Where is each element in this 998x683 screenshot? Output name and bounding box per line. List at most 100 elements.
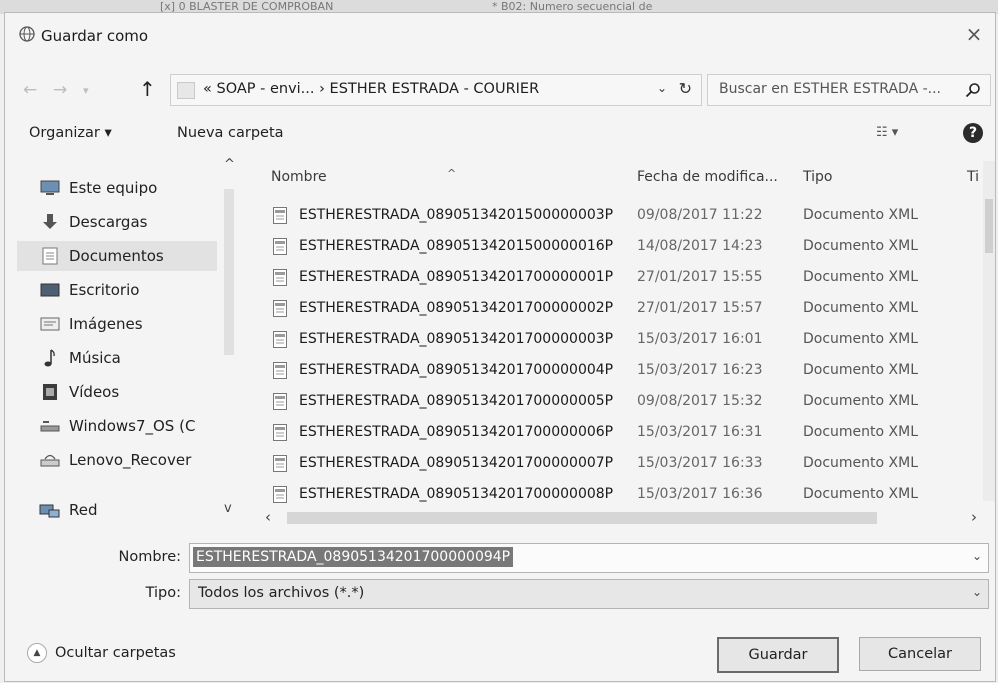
xml-file-icon [273,269,287,286]
filename-label: Nombre: [118,549,182,565]
xml-file-icon [273,424,287,441]
file-row[interactable]: ESTHERESTRADA_08905134201700000008P 15/03… [267,482,947,508]
file-date: 14/08/2017 14:23 [637,238,763,254]
file-name: ESTHERESTRADA_08905134201700000006P [299,424,614,440]
sidebar-item-label: Windows7_OS (C [69,417,196,435]
file-row[interactable]: ESTHERESTRADA_08905134201500000016P 14/08… [267,234,947,260]
column-header-type[interactable]: Tipo [803,169,832,185]
back-arrow-icon[interactable]: ← [23,80,37,100]
drive-icon [39,415,61,437]
file-row[interactable]: ESTHERESTRADA_08905134201700000001P 27/01… [267,265,947,291]
scroll-down-arrow-icon[interactable]: v [224,501,232,516]
hide-folders-label: Ocultar carpetas [55,645,176,661]
breadcrumb-item-current[interactable]: ESTHER ESTRADA - COURIER [330,81,540,97]
collapse-up-icon: ▲ [27,643,47,663]
sidebar-item-documentos[interactable]: Documentos [17,241,217,271]
file-name: ESTHERESTRADA_08905134201500000003P [299,207,614,223]
file-list-horizontal-scrollbar[interactable]: ‹ › [259,507,991,529]
filename-field[interactable]: ESTHERESTRADA_08905134201700000094P ⌄ [189,543,989,573]
sidebar-item-windows7-os[interactable]: Windows7_OS (C [17,411,217,441]
computer-icon [39,177,61,199]
file-row[interactable]: ESTHERESTRADA_08905134201700000005P 09/08… [267,389,947,415]
scroll-left-arrow-icon[interactable]: ‹ [265,508,271,526]
sidebar-item-label: Descargas [69,213,148,231]
file-list-vertical-scrollbar[interactable] [983,161,995,501]
file-date: 15/03/2017 16:36 [637,486,763,502]
sidebar-item-red[interactable]: Red [17,495,217,525]
help-icon[interactable]: ? [963,123,983,143]
file-date: 15/03/2017 16:01 [637,331,763,347]
filename-input[interactable]: ESTHERESTRADA_08905134201700000094P [193,547,514,567]
sidebar-item-label: Vídeos [69,383,120,401]
filetype-select[interactable]: Todos los archivos (*.*) ⌄ [189,579,989,609]
sidebar-item-escritorio[interactable]: Escritorio [17,275,217,305]
sidebar-item-videos[interactable]: Vídeos [17,377,217,407]
scrollbar-thumb[interactable] [287,512,877,524]
file-row[interactable]: ESTHERESTRADA_08905134201700000004P 15/03… [267,358,947,384]
organize-label: Organizar [29,125,100,141]
pictures-icon [39,313,61,335]
file-type: Documento XML [803,486,919,502]
breadcrumb-item-soap[interactable]: SOAP - envi... [216,81,314,97]
column-header-date[interactable]: Fecha de modifica... [637,169,778,185]
file-type: Documento XML [803,362,919,378]
cancel-button[interactable]: Cancelar [859,637,981,671]
view-options-button[interactable]: ☷ ▾ [876,125,898,140]
column-header-size[interactable]: Ti [967,169,979,185]
file-type: Documento XML [803,238,919,254]
recovery-drive-icon [39,449,61,471]
sidebar-item-este-equipo[interactable]: Este equipo [17,173,217,203]
hide-folders-button[interactable]: ▲ Ocultar carpetas [27,643,176,663]
sidebar-item-musica[interactable]: Música [17,343,217,373]
breadcrumb: « SOAP - envi... › ESTHER ESTRADA - COUR… [203,81,539,97]
navigation-scrollbar[interactable]: ^ v [221,157,237,529]
scroll-right-arrow-icon[interactable]: › [971,508,977,526]
documents-icon [39,245,61,267]
up-folder-button[interactable]: ↑ [139,77,156,101]
filetype-label: Tipo: [145,585,181,601]
sidebar-item-label: Lenovo_Recover [69,451,192,469]
filename-dropdown-icon[interactable]: ⌄ [972,549,982,563]
sidebar-item-descargas[interactable]: Descargas [17,207,217,237]
sort-ascending-icon: ^ [447,167,457,180]
column-header-name[interactable]: Nombre ^ [271,167,456,185]
sidebar-item-lenovo-recovery[interactable]: Lenovo_Recover [17,445,217,475]
scrollbar-thumb[interactable] [985,199,993,253]
file-row[interactable]: ESTHERESTRADA_08905134201700000002P 27/01… [267,296,947,322]
save-form: Nombre: ESTHERESTRADA_089051342017000000… [5,543,995,623]
scroll-up-arrow-icon[interactable]: ^ [224,157,235,172]
file-row[interactable]: ESTHERESTRADA_08905134201500000003P 09/08… [267,203,947,229]
file-name: ESTHERESTRADA_08905134201700000003P [299,331,614,347]
xml-file-icon [273,300,287,317]
file-row[interactable]: ESTHERESTRADA_08905134201700000007P 15/03… [267,451,947,477]
address-bar[interactable]: « SOAP - envi... › ESTHER ESTRADA - COUR… [170,74,702,106]
xml-file-icon [273,362,287,379]
filetype-dropdown-icon[interactable]: ⌄ [972,585,982,599]
forward-arrow-icon[interactable]: → [53,80,67,100]
address-dropdown-icon[interactable]: ⌄ [657,81,667,95]
file-row[interactable]: ESTHERESTRADA_08905134201700000003P 15/03… [267,327,947,353]
close-button[interactable]: × [961,21,987,47]
sidebar-item-label: Documentos [69,247,164,265]
recent-locations-icon[interactable]: ▾ [83,84,89,97]
file-name: ESTHERESTRADA_08905134201700000004P [299,362,614,378]
file-type: Documento XML [803,300,919,316]
dialog-footer: ▲ Ocultar carpetas Guardar Cancelar [5,631,995,681]
organize-button[interactable]: Organizar ▾ [29,125,112,141]
sidebar-item-label: Música [69,349,121,367]
title-bar: Guardar como × [5,13,995,53]
search-box[interactable]: Buscar en ESTHER ESTRADA -... [707,74,991,106]
sidebar-item-imagenes[interactable]: Imágenes [17,309,217,339]
save-button[interactable]: Guardar [717,637,839,673]
search-icon[interactable] [965,82,981,98]
file-row[interactable]: ESTHERESTRADA_08905134201700000006P 15/03… [267,420,947,446]
scrollbar-thumb[interactable] [224,189,234,355]
search-input[interactable]: Buscar en ESTHER ESTRADA -... [719,81,941,97]
refresh-button[interactable]: ↻ [679,79,692,98]
file-date: 15/03/2017 16:33 [637,455,763,471]
breadcrumb-overflow[interactable]: « [203,81,212,97]
file-date: 27/01/2017 15:55 [637,269,763,285]
new-folder-button[interactable]: Nueva carpeta [177,125,284,141]
file-type: Documento XML [803,424,919,440]
file-name: ESTHERESTRADA_08905134201500000016P [299,238,614,254]
